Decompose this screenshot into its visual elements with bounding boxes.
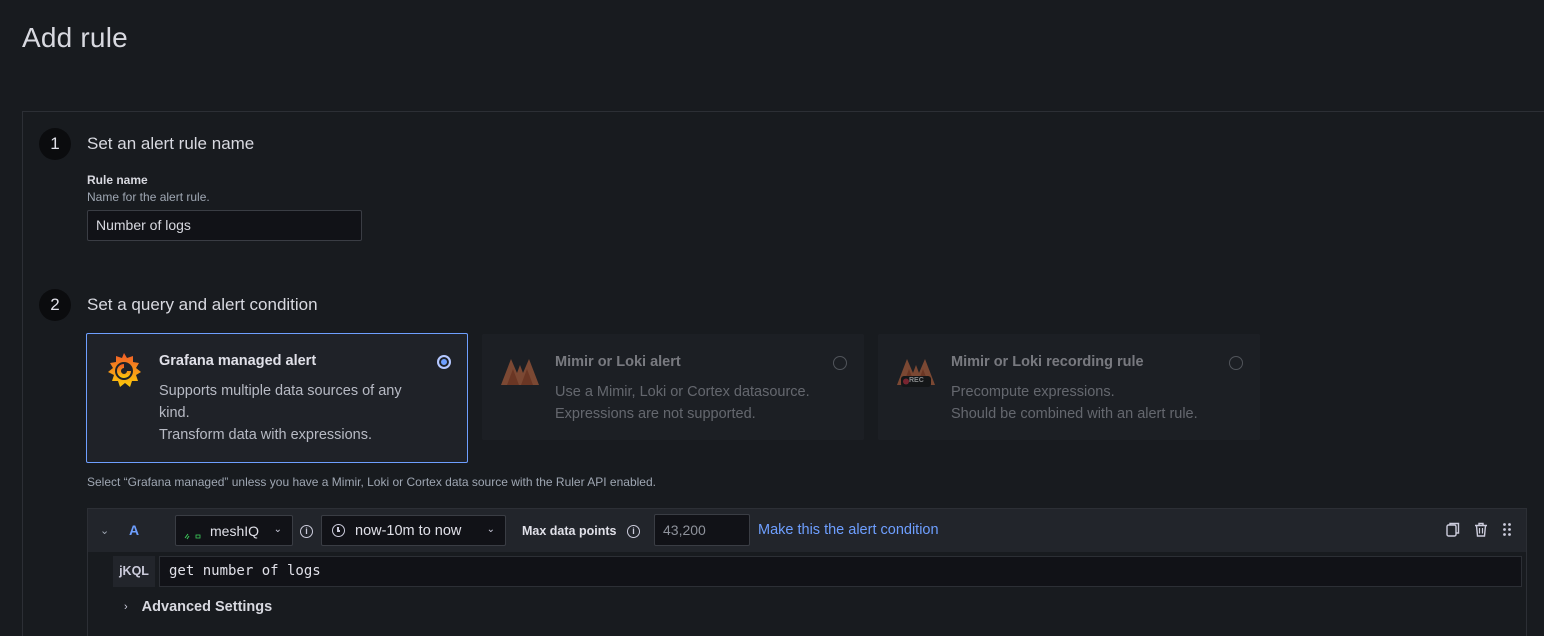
duplicate-icon[interactable]: [1446, 522, 1460, 537]
radio-unselected[interactable]: [1229, 356, 1243, 370]
rec-badge: REC: [909, 377, 924, 384]
card-description-line: kind.: [159, 405, 190, 421]
query-header: ⌄ A meshIQ ⌄ i now-10m to now ⌄ Max data…: [88, 509, 1526, 552]
time-range-picker[interactable]: now-10m to now ⌄: [321, 515, 506, 546]
page-title: Add rule: [22, 22, 128, 53]
trash-icon[interactable]: [1474, 522, 1488, 537]
mimir-rec-logo-icon: [895, 353, 937, 395]
step-number: 1: [39, 128, 71, 160]
time-range-label: now-10m to now: [355, 522, 462, 539]
grafana-logo-icon: [103, 350, 145, 392]
clock-icon: [332, 524, 345, 537]
radio-unselected[interactable]: [833, 356, 847, 370]
datasource-name: meshIQ: [210, 522, 260, 539]
rule-name-label: Rule name: [87, 173, 148, 187]
mimir-loki-recording-rule-card[interactable]: REC Mimir or Loki recording rule Precomp…: [878, 334, 1260, 440]
chevron-down-icon: ⌄: [273, 524, 282, 535]
card-description-line: Use a Mimir, Loki or Cortex datasource.: [555, 384, 810, 400]
step-title: Set an alert rule name: [87, 134, 255, 153]
step-1-header: 1 Set an alert rule name: [39, 128, 254, 160]
chevron-down-icon: ⌄: [486, 524, 495, 535]
collapse-chevron-icon[interactable]: ⌄: [100, 524, 109, 537]
card-description-line: Transform data with expressions.: [159, 427, 373, 443]
mimir-logo-icon: [499, 353, 541, 395]
datasource-icon: [184, 527, 202, 539]
card-description: Use a Mimir, Loki or Cortex datasource. …: [555, 381, 810, 425]
card-title: Grafana managed alert: [159, 353, 317, 369]
rule-name-input[interactable]: Number of logs: [87, 210, 362, 241]
datasource-picker[interactable]: meshIQ ⌄: [175, 515, 293, 546]
query-editor: ⌄ A meshIQ ⌄ i now-10m to now ⌄ Max data…: [87, 508, 1527, 636]
drag-handle-icon[interactable]: [1502, 522, 1516, 537]
rule-name-description: Name for the alert rule.: [87, 190, 210, 204]
mimir-loki-alert-card[interactable]: Mimir or Loki alert Use a Mimir, Loki or…: [482, 334, 864, 440]
card-title: Mimir or Loki recording rule: [951, 354, 1144, 370]
radio-selected[interactable]: [437, 355, 451, 369]
query-language-tag: jKQL: [113, 556, 155, 587]
card-description-line: Expressions are not supported.: [555, 406, 756, 422]
info-icon[interactable]: i: [300, 525, 313, 538]
grafana-managed-alert-card[interactable]: Grafana managed alert Supports multiple …: [86, 333, 468, 463]
card-description-line: Should be combined with an alert rule.: [951, 406, 1198, 422]
advanced-settings-toggle[interactable]: › Advanced Settings: [124, 599, 272, 615]
max-data-points-input[interactable]: 43,200: [654, 514, 750, 546]
query-text-input[interactable]: get number of logs: [159, 556, 1522, 587]
step-2-header: 2 Set a query and alert condition: [39, 289, 318, 321]
make-alert-condition-link[interactable]: Make this the alert condition: [758, 522, 939, 538]
card-title: Mimir or Loki alert: [555, 354, 681, 370]
rule-type-hint: Select “Grafana managed” unless you have…: [87, 475, 656, 489]
query-ref-id[interactable]: A: [129, 522, 139, 538]
advanced-settings-label: Advanced Settings: [141, 599, 273, 615]
step-number: 2: [39, 289, 71, 321]
step-title: Set a query and alert condition: [87, 295, 318, 314]
info-icon[interactable]: i: [627, 525, 640, 538]
card-description: Precompute expressions. Should be combin…: [951, 381, 1198, 425]
card-description-line: Supports multiple data sources of any: [159, 383, 402, 399]
card-description-line: Precompute expressions.: [951, 384, 1115, 400]
query-actions: [1446, 522, 1516, 537]
max-data-points-label: Max data points: [522, 524, 617, 538]
chevron-right-icon: ›: [124, 601, 128, 613]
card-description: Supports multiple data sources of any ki…: [159, 380, 402, 446]
